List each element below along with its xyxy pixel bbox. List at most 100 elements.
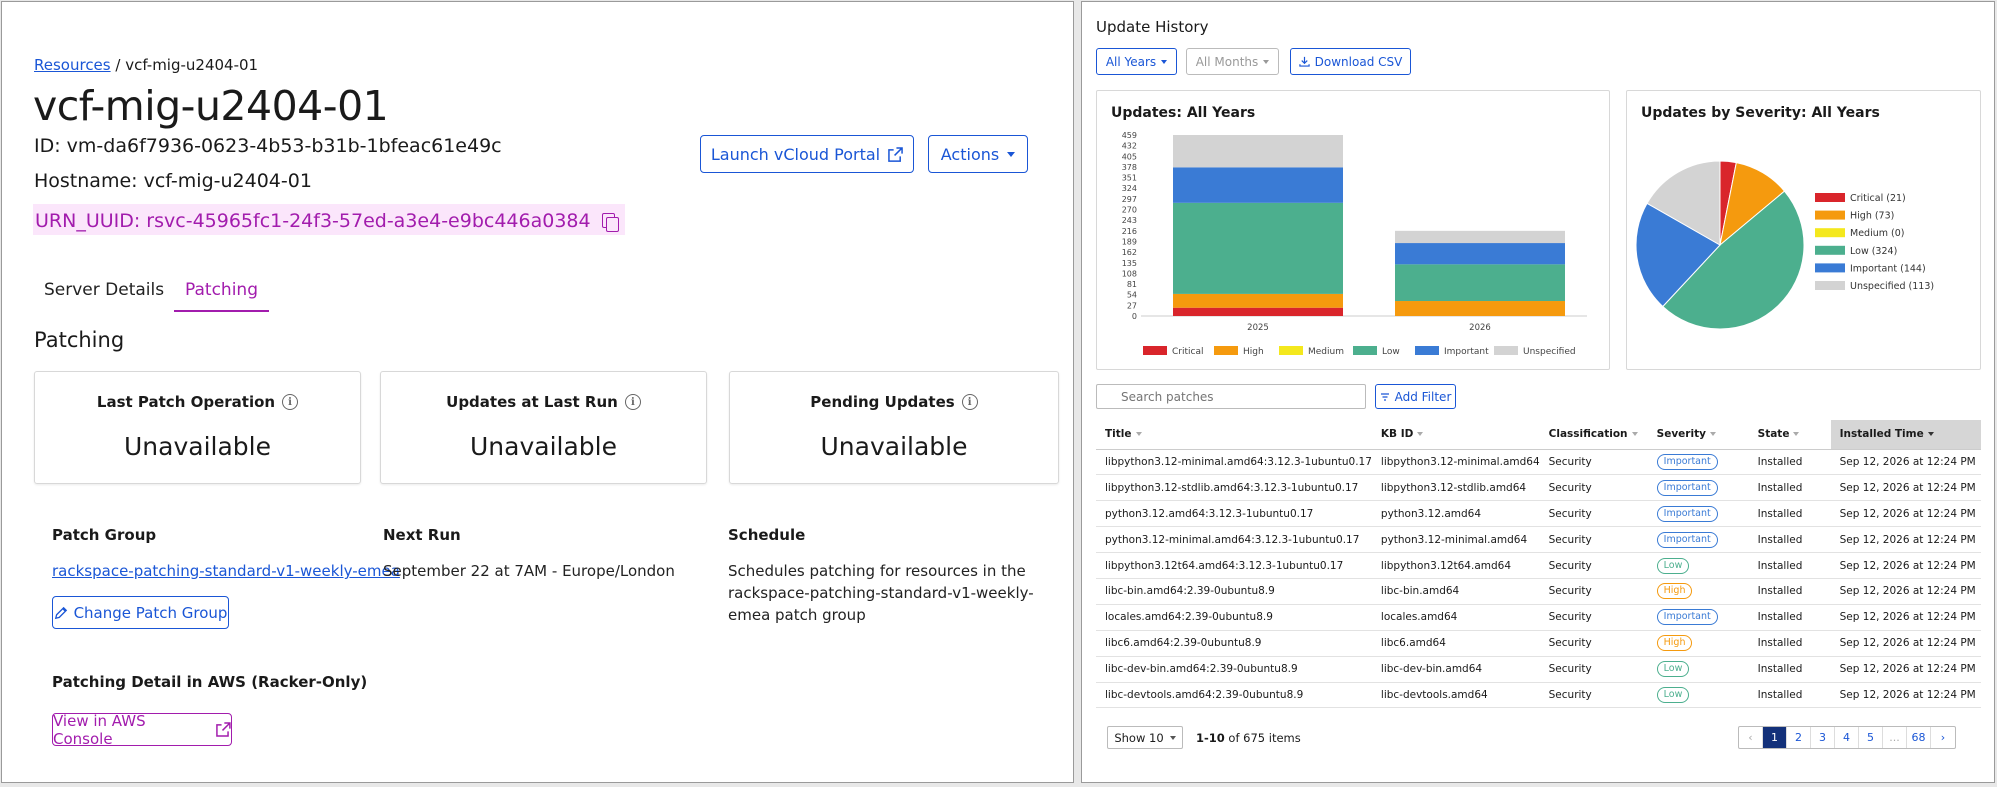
- table-row[interactable]: locales.amd64:2.39-0ubuntu8.9 locales.amd…: [1096, 604, 1981, 631]
- download-icon: [1298, 56, 1310, 67]
- column-header-severity[interactable]: Severity: [1647, 420, 1749, 450]
- resource-hostname: Hostname: vcf-mig-u2404-01: [34, 170, 312, 192]
- search-patches-input[interactable]: [1096, 384, 1366, 409]
- cell-state: Installed: [1748, 604, 1831, 631]
- column-header-state[interactable]: State: [1748, 420, 1831, 450]
- cell-state: Installed: [1748, 500, 1831, 528]
- cell-kb-id: libc-devtools.amd64: [1371, 682, 1540, 709]
- external-link-icon: [216, 722, 231, 737]
- info-icon[interactable]: i: [624, 394, 641, 410]
- bar-segment-high-2026: [1395, 301, 1565, 316]
- severity-badge: Important: [1656, 505, 1718, 522]
- y-tick-label: 270: [1122, 206, 1137, 215]
- cell-classification: Security: [1539, 474, 1648, 502]
- schedule-label: Schedule: [728, 526, 806, 544]
- table-row[interactable]: libc6.amd64:2.39-0ubuntu8.9 libc6.amd64 Se…: [1096, 630, 1981, 657]
- pagination-page-3[interactable]: 3: [1811, 727, 1835, 748]
- chevron-down-icon: [1169, 735, 1176, 740]
- info-icon[interactable]: i: [961, 394, 978, 410]
- legend-swatch-low: [1353, 346, 1377, 355]
- pagination-page-2[interactable]: 2: [1787, 727, 1811, 748]
- bar-segment-low-2025: [1173, 202, 1343, 294]
- severity-badge: Low: [1656, 686, 1690, 703]
- download-csv-button[interactable]: Download CSV: [1290, 48, 1411, 75]
- tab-patching[interactable]: Patching: [174, 280, 269, 312]
- cell-severity: Low: [1647, 552, 1749, 579]
- table-row[interactable]: libc-devtools.amd64:2.39-0ubuntu8.9 libc-…: [1096, 682, 1981, 709]
- cell-installed-time: Sep 12, 2026 at 12:24 PM: [1830, 526, 1981, 554]
- table-row[interactable]: libpython3.12t64.amd64:3.12.3-1ubuntu0.1…: [1096, 552, 1981, 579]
- table-row[interactable]: libc-bin.amd64:2.39-0ubuntu8.9 libc-bin.a…: [1096, 578, 1981, 605]
- months-filter-label: All Months: [1195, 54, 1259, 69]
- cell-state: Installed: [1748, 682, 1831, 709]
- column-header-title[interactable]: Title: [1096, 420, 1372, 450]
- legend-swatch-important: [1815, 263, 1845, 273]
- card-label: Updates at Last Run: [446, 393, 618, 411]
- cell-classification: Security: [1539, 449, 1648, 476]
- add-filter-button[interactable]: Add Filter: [1375, 384, 1456, 409]
- next-run-value: September 22 at 7AM - Europe/London: [383, 562, 675, 580]
- y-tick-label: 324: [1122, 184, 1137, 193]
- page-size-select[interactable]: Show 10: [1107, 726, 1183, 749]
- years-filter-dropdown[interactable]: All Years: [1096, 48, 1177, 75]
- update-history-title: Update History: [1096, 18, 1209, 36]
- y-tick-label: 432: [1122, 142, 1137, 151]
- table-header-row: Title KB ID Classification Severity Stat…: [1096, 420, 1981, 450]
- copy-icon[interactable]: [601, 212, 619, 232]
- pagination-page-1[interactable]: 1: [1763, 727, 1787, 748]
- cell-installed-time: Sep 12, 2026 at 12:24 PM: [1830, 656, 1981, 683]
- view-in-aws-console-button[interactable]: View in AWS Console: [52, 712, 232, 748]
- column-header-kb-id[interactable]: KB ID: [1371, 420, 1540, 450]
- launch-vcloud-portal-button[interactable]: Launch vCloud Portal: [700, 135, 914, 173]
- info-icon[interactable]: i: [282, 394, 299, 410]
- table-row[interactable]: python3.12.amd64:3.12.3-1ubuntu0.17 pytho…: [1096, 500, 1981, 528]
- pagination-page-4[interactable]: 4: [1835, 727, 1859, 748]
- table-row[interactable]: libpython3.12-stdlib.amd64:3.12.3-1ubunt…: [1096, 474, 1981, 502]
- urn-uuid-text: URN_UUID: rsvc-45965fc1-24f3-57ed-a3e4-e…: [35, 209, 591, 232]
- tab-server-details[interactable]: Server Details: [44, 280, 164, 310]
- actions-label: Actions: [940, 144, 1000, 164]
- chevron-down-icon: [1007, 151, 1016, 157]
- breadcrumb-resources-link[interactable]: Resources: [34, 56, 111, 74]
- pagination-page-68[interactable]: 68: [1907, 727, 1931, 748]
- legend-swatch-high: [1815, 210, 1845, 220]
- schedule-value: Schedules patching for resources in the …: [728, 562, 1034, 624]
- cell-title: locales.amd64:2.39-0ubuntu8.9: [1096, 604, 1372, 631]
- change-patch-group-button[interactable]: Change Patch Group: [52, 596, 229, 629]
- months-filter-dropdown[interactable]: All Months: [1186, 48, 1279, 75]
- cell-kb-id: libpython3.12-stdlib.amd64: [1371, 474, 1540, 502]
- pagination-prev-icon[interactable]: ‹: [1739, 727, 1763, 748]
- external-link-icon: [888, 146, 903, 162]
- actions-button[interactable]: Actions: [928, 135, 1028, 173]
- legend-swatch-critical: [1815, 193, 1845, 202]
- legend-label-important: Important (144): [1850, 263, 1926, 274]
- cell-classification: Security: [1539, 578, 1648, 605]
- patch-group-link[interactable]: rackspace-patching-standard-v1-weekly-em…: [52, 560, 400, 582]
- years-filter-label: All Years: [1105, 54, 1157, 69]
- cell-title: libc-devtools.amd64:2.39-0ubuntu8.9: [1096, 682, 1372, 709]
- legend-swatch-low: [1815, 245, 1845, 255]
- table-row[interactable]: libc-dev-bin.amd64:2.39-0ubuntu8.9 libc-d…: [1096, 656, 1981, 683]
- cell-installed-time: Sep 12, 2026 at 12:24 PM: [1830, 474, 1981, 502]
- pagination-page-5[interactable]: 5: [1859, 727, 1883, 748]
- legend-label-medium: Medium: [1308, 347, 1344, 357]
- resource-panel: Resources / vcf-mig-u2404-01 vcf-mig-u24…: [1, 1, 1074, 783]
- severity-badge: Important: [1656, 479, 1718, 496]
- pagination-ellipsis[interactable]: ...: [1883, 727, 1907, 748]
- column-header-installed-time[interactable]: Installed Time: [1830, 420, 1981, 450]
- y-tick-label: 0: [1132, 312, 1137, 321]
- column-header-classification[interactable]: Classification: [1539, 420, 1648, 450]
- card-value: Unavailable: [124, 432, 271, 461]
- severity-badge: High: [1656, 583, 1693, 600]
- y-tick-label: 81: [1127, 280, 1137, 289]
- cell-installed-time: Sep 12, 2026 at 12:24 PM: [1830, 578, 1981, 605]
- cell-state: Installed: [1748, 630, 1831, 657]
- table-row[interactable]: libpython3.12-minimal.amd64:3.12.3-1ubun…: [1096, 449, 1981, 476]
- cell-installed-time: Sep 12, 2026 at 12:24 PM: [1830, 552, 1981, 579]
- page-title: vcf-mig-u2404-01: [33, 82, 389, 130]
- legend-swatch-medium: [1279, 346, 1303, 355]
- cell-kb-id: locales.amd64: [1371, 604, 1540, 631]
- table-row[interactable]: python3.12-minimal.amd64:3.12.3-1ubuntu0…: [1096, 526, 1981, 554]
- pagination-next-icon[interactable]: ›: [1931, 727, 1955, 748]
- cell-installed-time: Sep 12, 2026 at 12:24 PM: [1830, 500, 1981, 528]
